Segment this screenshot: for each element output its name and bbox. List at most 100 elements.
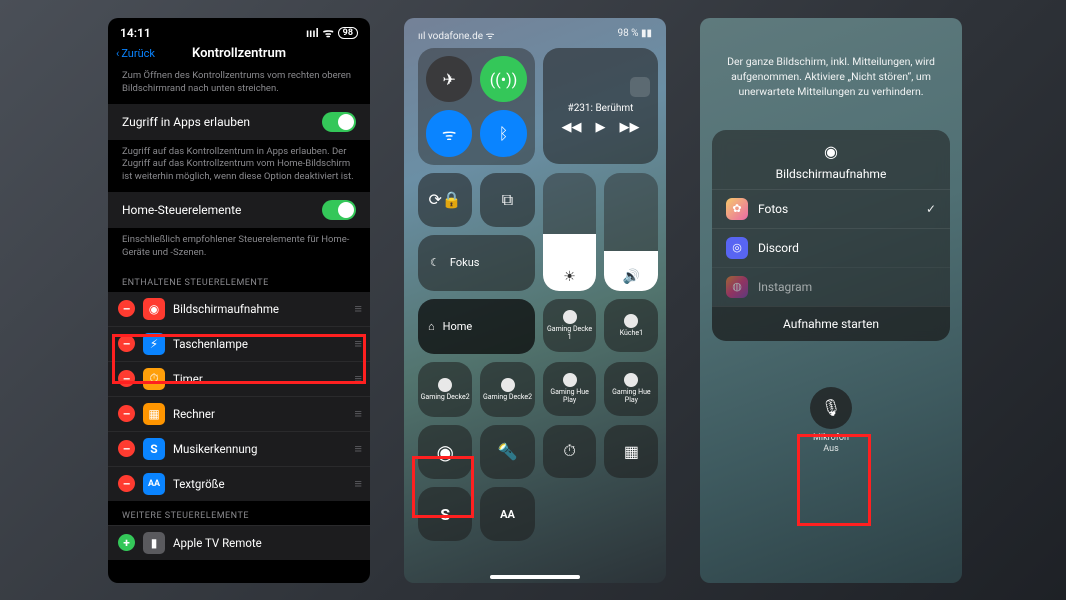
page-title: Kontrollzentrum — [192, 46, 286, 61]
antenna-icon: ((•)) — [490, 70, 518, 89]
drag-handle-icon[interactable]: ≡ — [354, 441, 360, 457]
sheet-header: ◉ Bildschirmaufnahme — [712, 130, 950, 189]
broadcast-picker-sheet: ◉ Bildschirmaufnahme ✿ Fotos ✓ ◎ Discord… — [712, 130, 950, 341]
wifi-icon: ᯤ — [442, 123, 457, 145]
remove-button[interactable]: – — [118, 440, 135, 457]
home-label: Home — [443, 320, 473, 333]
list-item-calculator[interactable]: – ▦ Rechner ≡ — [108, 396, 370, 431]
start-recording-button[interactable]: Aufnahme starten — [712, 306, 950, 341]
chevron-left-icon: ‹ — [116, 47, 119, 60]
list-item-apple-tv-remote[interactable]: + ▮ Apple TV Remote — [108, 525, 370, 560]
row-access-in-apps[interactable]: Zugriff in Apps erlauben — [108, 104, 370, 140]
flashlight-icon: 🔦 — [498, 442, 518, 461]
accessory-label: Gaming Decke2 — [483, 394, 532, 402]
remove-button[interactable]: – — [118, 335, 135, 352]
accessory-tile[interactable]: Gaming Decke 1 — [543, 299, 597, 353]
previous-icon[interactable]: ◀◀ — [561, 120, 581, 135]
wifi-button[interactable]: ᯤ — [426, 110, 472, 156]
volume-icon: 🔊 — [623, 269, 640, 285]
flashlight-button[interactable]: 🔦 — [480, 425, 534, 479]
connectivity-group: ✈︎ ((•)) ᯤ ᛒ — [418, 48, 535, 165]
list-item-text-size[interactable]: – AA Textgröße ≡ — [108, 466, 370, 501]
carrier-label: vodafone.de — [428, 31, 483, 42]
airplane-mode-button[interactable]: ✈︎ — [426, 56, 472, 102]
row-label: Zugriff in Apps erlauben — [122, 115, 250, 129]
brightness-slider[interactable]: ☀︎ — [543, 173, 597, 291]
drag-handle-icon[interactable]: ≡ — [354, 336, 360, 352]
shazam-icon: S — [440, 505, 450, 524]
accessory-tile[interactable]: Gaming Hue Play — [543, 362, 597, 416]
status-time: 14:11 — [120, 26, 151, 40]
access-description: Zugriff auf das Kontrollzentrum in Apps … — [108, 140, 370, 192]
back-button[interactable]: ‹ Zurück — [116, 47, 155, 60]
drag-handle-icon[interactable]: ≡ — [354, 371, 360, 387]
row-label: Timer — [173, 372, 203, 386]
drag-handle-icon[interactable]: ≡ — [354, 301, 360, 317]
accessory-label: Küche1 — [620, 330, 643, 338]
orientation-lock-icon: ⟳🔒 — [429, 190, 462, 209]
accessory-tile[interactable]: Gaming Decke2 — [418, 362, 472, 416]
accessory-tile[interactable]: Gaming Decke2 — [480, 362, 534, 416]
home-controls-description: Einschließlich empfohlener Steuerelement… — [108, 228, 370, 268]
battery-indicator: 98 — [338, 27, 358, 39]
bluetooth-button[interactable]: ᛒ — [480, 110, 526, 156]
remove-button[interactable]: – — [118, 475, 135, 492]
screen-mirroring-button[interactable]: ⧉ — [480, 173, 534, 227]
home-indicator[interactable] — [490, 575, 580, 579]
recording-warning-text: Der ganze Bildschirm, inkl. Mitteilungen… — [700, 18, 962, 118]
focus-label: Fokus — [450, 256, 480, 269]
calculator-button[interactable]: ▦ — [604, 425, 658, 479]
instagram-icon: ◍ — [726, 276, 748, 298]
timer-icon: ⏱ — [563, 441, 575, 461]
list-item-music-recognition[interactable]: – S Musikerkennung ≡ — [108, 431, 370, 466]
app-option-discord[interactable]: ◎ Discord — [712, 228, 950, 267]
app-label: Discord — [758, 241, 799, 255]
remove-button[interactable]: – — [118, 300, 135, 317]
next-icon[interactable]: ▶▶ — [619, 120, 639, 135]
nav-header: ‹ Zurück Kontrollzentrum — [108, 43, 370, 64]
row-home-controls[interactable]: Home-Steuerelemente — [108, 192, 370, 228]
app-label: Fotos — [758, 202, 788, 216]
bulb-icon — [563, 373, 577, 387]
remove-button[interactable]: – — [118, 405, 135, 422]
drag-handle-icon[interactable]: ≡ — [354, 476, 360, 492]
screen-recording-button[interactable]: ◉ — [418, 425, 472, 479]
section-included-label: ENTHALTENE STEUERELEMENTE — [108, 268, 370, 292]
cellular-data-button[interactable]: ((•)) — [480, 56, 526, 102]
add-button[interactable]: + — [118, 534, 135, 551]
accessory-label: Gaming Hue Play — [545, 389, 595, 404]
microphone-toggle-button[interactable]: 🎙︎ — [810, 387, 852, 429]
timer-button[interactable]: ⏱ — [543, 425, 597, 479]
text-size-button[interactable]: AA — [480, 487, 534, 541]
volume-slider[interactable]: 🔊 — [604, 173, 658, 291]
bulb-icon — [501, 378, 515, 392]
mic-state: Aus — [823, 444, 838, 454]
home-button[interactable]: ⌂ Home — [418, 299, 535, 355]
accessory-tile[interactable]: Gaming Hue Play — [604, 362, 658, 416]
start-label: Aufnahme starten — [783, 317, 879, 331]
play-icon[interactable]: ▶ — [595, 120, 605, 135]
list-item-flashlight[interactable]: – ⚡︎ Taschenlampe ≡ — [108, 326, 370, 361]
moon-icon: ☾ — [430, 256, 440, 269]
media-tile[interactable]: #231: Berühmt ◀◀ ▶ ▶▶ — [543, 48, 659, 164]
list-item-timer[interactable]: – ⏱ Timer ≡ — [108, 361, 370, 396]
app-option-fotos[interactable]: ✿ Fotos ✓ — [712, 189, 950, 228]
airplane-icon: ✈︎ — [442, 70, 455, 89]
toggle-home-controls[interactable] — [322, 200, 356, 220]
media-title: #231: Berühmt — [568, 103, 634, 114]
row-label: Rechner — [173, 407, 215, 421]
music-recognition-button[interactable]: S — [418, 487, 472, 541]
accessory-tile[interactable]: Küche1 — [604, 299, 658, 353]
recording-sheet-screenshot: Der ganze Bildschirm, inkl. Mitteilungen… — [700, 18, 962, 583]
intro-description: Zum Öffnen des Kontrollzentrums vom rech… — [108, 64, 370, 104]
orientation-lock-button[interactable]: ⟳🔒 — [418, 173, 472, 227]
focus-button[interactable]: ☾ Fokus — [418, 235, 535, 291]
signal-icon: ıııl — [306, 26, 319, 40]
back-label: Zurück — [121, 47, 155, 60]
drag-handle-icon[interactable]: ≡ — [354, 406, 360, 422]
app-option-instagram[interactable]: ◍ Instagram — [712, 267, 950, 306]
row-label: Home-Steuerelemente — [122, 203, 241, 217]
toggle-access-in-apps[interactable] — [322, 112, 356, 132]
list-item-screen-recording[interactable]: – ◉ Bildschirmaufnahme ≡ — [108, 292, 370, 326]
remove-button[interactable]: – — [118, 370, 135, 387]
